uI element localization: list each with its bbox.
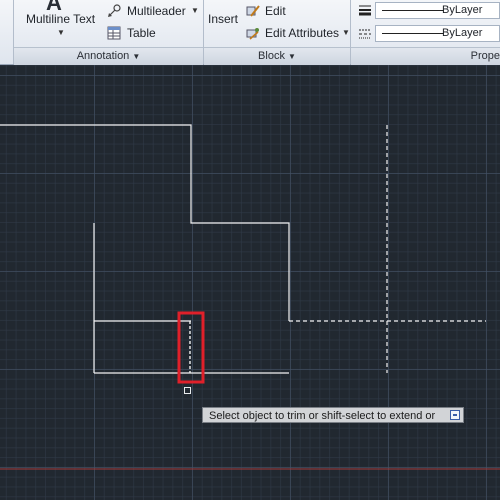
command-tooltip: Select object to trim or shift-select to… [202, 407, 464, 423]
tooltip-expand-icon[interactable] [450, 410, 460, 420]
drawing-outline [0, 124, 290, 321]
cursor-pickbox [184, 387, 191, 394]
drawing-geometry[interactable] [0, 0, 500, 500]
selection-highlight [177, 311, 205, 384]
command-tooltip-text: Select object to trim or shift-select to… [209, 410, 436, 422]
